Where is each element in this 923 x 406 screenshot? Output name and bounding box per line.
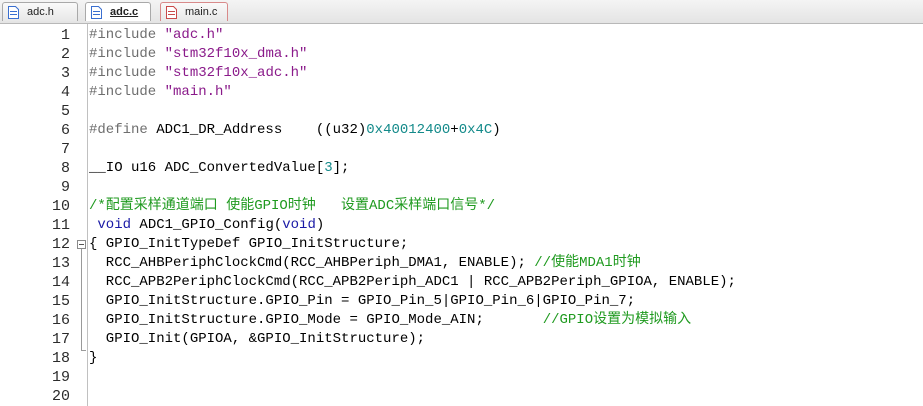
- line-number: 20: [51, 388, 70, 405]
- code-token: void: [282, 217, 316, 233]
- file-icon: [91, 6, 102, 19]
- code-token: GPIO_Init(GPIOA, &GPIO_InitStructure);: [89, 331, 426, 347]
- gutter-separator: [87, 24, 88, 406]
- fold-toggle-icon[interactable]: [77, 240, 86, 249]
- code-line[interactable]: RCC_AHBPeriphClockCmd(RCC_AHBPeriph_DMA1…: [89, 254, 641, 273]
- tab-label: adc.h: [27, 6, 54, 18]
- code-token: +: [450, 122, 459, 138]
- line-number: 2: [60, 46, 70, 63]
- code-token: ADC1_DR_Address ((u32): [156, 122, 367, 138]
- code-editor[interactable]: 1 2 3 4 5 6 7 8 9 10 11 12 13 14 15 16 17 18 19 20 #include…: [0, 24, 923, 406]
- code-line[interactable]: void ADC1_GPIO_Config(void): [89, 216, 324, 235]
- code-line[interactable]: #include "main.h": [89, 83, 232, 102]
- code-line[interactable]: #include "adc.h": [89, 26, 223, 45]
- code-token: "stm32f10x_adc.h": [164, 65, 308, 81]
- line-number: 3: [60, 65, 70, 82]
- code-line[interactable]: GPIO_InitStructure.GPIO_Mode = GPIO_Mode…: [89, 311, 691, 330]
- line-number: 1: [60, 27, 70, 44]
- line-number: 12: [51, 236, 70, 253]
- code-token: RCC_APB2PeriphClockCmd(RCC_APB2Periph_AD…: [89, 274, 736, 290]
- code-token: /*配置采样通道端口 使能GPIO时钟 设置ADC采样端口信号*/: [89, 198, 496, 214]
- code-line[interactable]: RCC_APB2PeriphClockCmd(RCC_APB2Periph_AD…: [89, 273, 736, 292]
- code-token: "adc.h": [164, 27, 224, 43]
- line-number: 13: [51, 255, 70, 272]
- code-token: #include: [89, 65, 165, 81]
- file-tab-bar: adc.h adc.c main.c: [0, 0, 923, 24]
- code-token: #define: [89, 122, 157, 138]
- code-token: //使能MDA1时钟: [534, 255, 641, 271]
- code-token: GPIO_InitStructure.GPIO_Mode = GPIO_Mode…: [89, 312, 543, 328]
- line-number-gutter: 1 2 3 4 5 6 7 8 9 10 11 12 13 14 15 16 17 18 19 20: [0, 24, 78, 406]
- code-token: 3: [324, 160, 333, 176]
- fold-guide: [81, 249, 82, 350]
- line-number: 6: [60, 122, 70, 139]
- line-number: 4: [60, 84, 70, 101]
- code-token: #include: [89, 84, 165, 100]
- code-token: }: [89, 350, 98, 366]
- code-line[interactable]: GPIO_Init(GPIOA, &GPIO_InitStructure);: [89, 330, 425, 349]
- line-number: 11: [51, 217, 70, 234]
- code-token: "main.h": [164, 84, 232, 100]
- line-number: 15: [51, 293, 70, 310]
- code-token: GPIO_InitStructure.GPIO_Pin = GPIO_Pin_5…: [89, 293, 636, 309]
- tab-adc-h[interactable]: adc.h: [2, 2, 78, 21]
- tab-adc-c[interactable]: adc.c: [85, 2, 151, 21]
- line-number: 9: [60, 179, 70, 196]
- code-token: 0x4C: [458, 122, 493, 138]
- line-number: 7: [60, 141, 70, 158]
- file-icon: [8, 6, 19, 19]
- code-line[interactable]: #include "stm32f10x_dma.h": [89, 45, 307, 64]
- code-token: #include: [89, 46, 165, 62]
- code-token: #include: [89, 27, 165, 43]
- code-token: ];: [332, 160, 350, 176]
- code-token: 0x40012400: [366, 122, 451, 138]
- code-token: __IO u16 ADC_ConvertedValue[: [89, 160, 325, 176]
- code-token: ADC1_GPIO_Config(: [131, 217, 283, 233]
- line-number: 19: [51, 369, 70, 386]
- line-number: 16: [51, 312, 70, 329]
- code-token: //GPIO设置为模拟输入: [542, 312, 692, 328]
- line-number: 8: [60, 160, 70, 177]
- line-number: 18: [51, 350, 70, 367]
- code-line[interactable]: { GPIO_InitTypeDef GPIO_InitStructure;: [89, 235, 408, 254]
- line-number: 17: [51, 331, 70, 348]
- line-number: 10: [51, 198, 70, 215]
- code-token: void: [97, 217, 132, 233]
- fold-end-marker: [81, 350, 86, 351]
- file-icon: [166, 6, 177, 19]
- tab-label: main.c: [185, 6, 218, 18]
- code-line[interactable]: /*配置采样通道端口 使能GPIO时钟 设置ADC采样端口信号*/: [89, 197, 495, 216]
- code-line[interactable]: #define ADC1_DR_Address ((u32)0x40012400…: [89, 121, 501, 140]
- code-token: { GPIO_InitTypeDef GPIO_InitStructure;: [89, 236, 409, 252]
- code-line[interactable]: #include "stm32f10x_adc.h": [89, 64, 307, 83]
- line-number: 14: [51, 274, 70, 291]
- code-token: "stm32f10x_dma.h": [164, 46, 308, 62]
- code-line[interactable]: GPIO_InitStructure.GPIO_Pin = GPIO_Pin_5…: [89, 292, 635, 311]
- code-token: ): [492, 122, 501, 138]
- code-line[interactable]: }: [89, 349, 97, 368]
- line-number: 5: [60, 103, 70, 120]
- code-line[interactable]: __IO u16 ADC_ConvertedValue[3];: [89, 159, 349, 178]
- code-token: ): [315, 217, 325, 233]
- code-token: RCC_AHBPeriphClockCmd(RCC_AHBPeriph_DMA1…: [89, 255, 535, 271]
- tab-label: adc.c: [110, 6, 139, 18]
- tab-main-c[interactable]: main.c: [160, 2, 228, 21]
